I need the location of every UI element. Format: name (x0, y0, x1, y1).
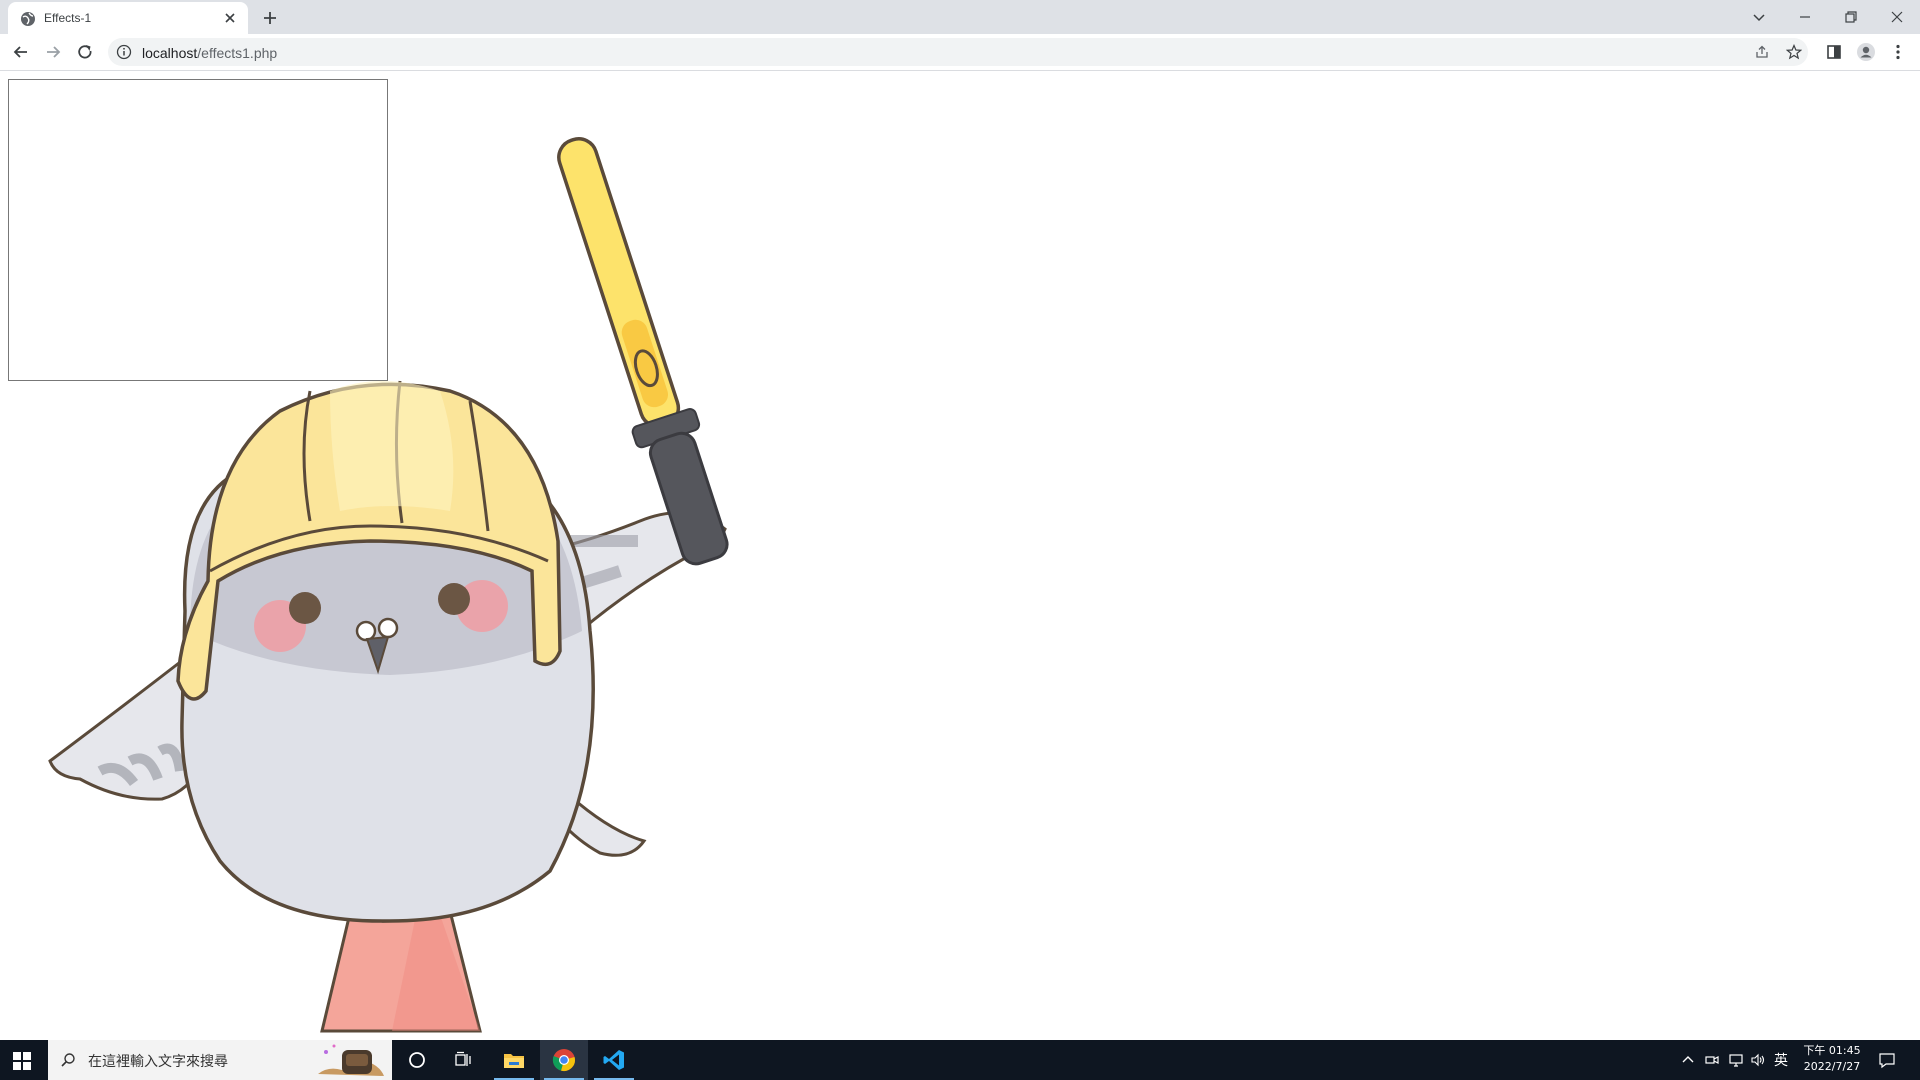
back-icon[interactable] (11, 42, 31, 62)
share-icon[interactable] (1754, 44, 1770, 60)
close-tab-icon[interactable] (222, 10, 238, 26)
tab-search-chevron-icon[interactable] (1748, 6, 1770, 28)
meet-now-icon[interactable] (1704, 1052, 1720, 1068)
close-window-icon[interactable] (1886, 6, 1908, 28)
site-info-icon[interactable] (116, 44, 132, 60)
taskbar-search-box[interactable]: 在這裡輸入文字來搜尋 (48, 1040, 392, 1080)
chrome-icon (552, 1049, 575, 1071)
url-text: localhost/effects1.php (142, 45, 277, 61)
new-tab-icon[interactable] (260, 8, 280, 28)
windows-start-icon[interactable] (12, 1051, 32, 1071)
tab-strip: Effects-1 (0, 0, 1920, 34)
browser-toolbar: localhost/effects1.php (0, 34, 1920, 71)
lightstick (557, 137, 729, 566)
volume-icon[interactable] (1750, 1052, 1766, 1068)
page-viewport (0, 71, 1920, 1039)
search-highlight-icon (308, 1040, 388, 1080)
taskbar-clock[interactable]: 下午 01:45 2022/7/27 (1802, 1043, 1862, 1075)
ime-indicator[interactable]: 英 (1774, 1050, 1788, 1070)
pigeon-right-eye (438, 583, 470, 615)
clock-time: 下午 01:45 (1803, 1044, 1861, 1057)
forward-icon[interactable] (43, 42, 63, 62)
notification-icon[interactable] (1878, 1051, 1896, 1069)
taskbar-vscode[interactable] (590, 1040, 638, 1080)
tray-overflow-chevron-icon[interactable] (1680, 1052, 1696, 1068)
task-view-icon[interactable] (454, 1051, 472, 1069)
menu-kebab-icon[interactable] (1888, 42, 1908, 62)
profile-avatar-icon[interactable] (1856, 42, 1876, 62)
file-explorer-icon (504, 1054, 524, 1068)
minimize-icon[interactable] (1794, 6, 1816, 28)
pigeon-left-eye (289, 592, 321, 624)
reload-icon[interactable] (75, 42, 95, 62)
tab-title: Effects-1 (44, 11, 92, 25)
network-icon[interactable] (1728, 1052, 1744, 1068)
effect-box[interactable] (8, 79, 388, 381)
vscode-icon (603, 1050, 624, 1070)
side-panel-icon[interactable] (1824, 42, 1844, 62)
search-icon (61, 1053, 75, 1067)
restore-icon[interactable] (1840, 6, 1862, 28)
url-host: localhost (142, 45, 198, 61)
clock-date: 2022/7/27 (1803, 1060, 1861, 1073)
search-placeholder: 在這裡輸入文字來搜尋 (88, 1054, 228, 1070)
globe-icon (21, 12, 35, 26)
taskbar-chrome[interactable] (540, 1040, 588, 1080)
bookmark-star-icon[interactable] (1786, 44, 1802, 60)
cortana-icon[interactable] (408, 1051, 426, 1069)
url-path: /effects1.php (197, 45, 278, 61)
tab-effects-1[interactable]: Effects-1 (8, 2, 248, 34)
address-bar[interactable]: localhost/effects1.php (108, 38, 1808, 66)
windows-taskbar: 在這裡輸入文字來搜尋 英 下午 01:45 2022/7/27 (0, 1040, 1920, 1080)
taskbar-file-explorer[interactable] (490, 1040, 538, 1080)
